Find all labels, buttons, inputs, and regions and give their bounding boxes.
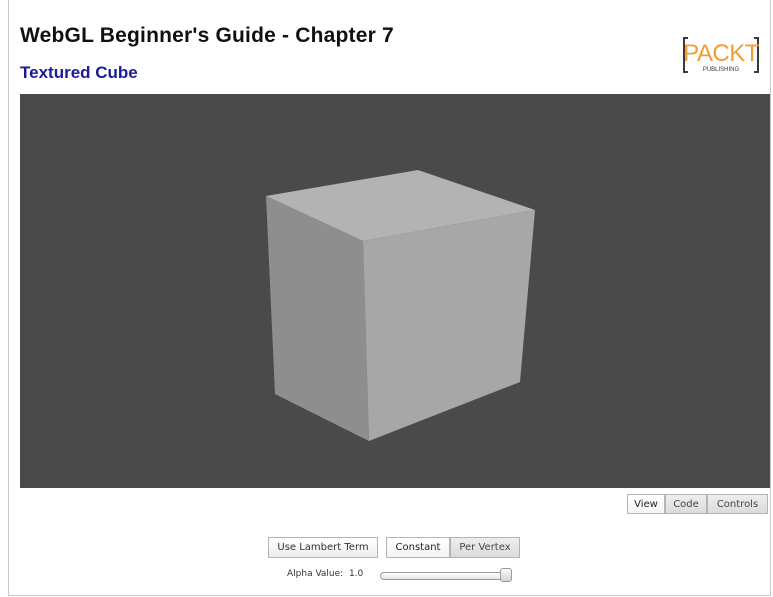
textured-cube — [266, 170, 535, 441]
alpha-value-readout: Alpha Value: 1.0 — [287, 569, 363, 579]
cube-right-face — [363, 210, 535, 441]
mode-per-vertex-button[interactable]: Per Vertex — [450, 537, 520, 558]
use-lambert-term-button[interactable]: Use Lambert Term — [268, 537, 378, 558]
tab-code[interactable]: Code — [665, 494, 707, 514]
tab-controls[interactable]: Controls — [707, 494, 768, 514]
page-title: WebGL Beginner's Guide - Chapter 7 — [20, 24, 394, 47]
alpha-label: Alpha Value: — [287, 569, 344, 579]
webgl-canvas[interactable] — [20, 94, 770, 488]
mode-constant-button[interactable]: Constant — [386, 537, 450, 558]
alpha-value: 1.0 — [348, 569, 364, 579]
alpha-slider-track[interactable] — [380, 572, 512, 580]
svg-text:PUBLISHING: PUBLISHING — [703, 67, 740, 73]
tab-view[interactable]: View — [627, 494, 665, 514]
page-subtitle: Textured Cube — [20, 63, 138, 82]
svg-text:PACKT: PACKT — [683, 40, 760, 67]
packt-logo: PACKT PUBLISHING — [682, 34, 760, 80]
alpha-slider-handle[interactable] — [500, 568, 512, 582]
